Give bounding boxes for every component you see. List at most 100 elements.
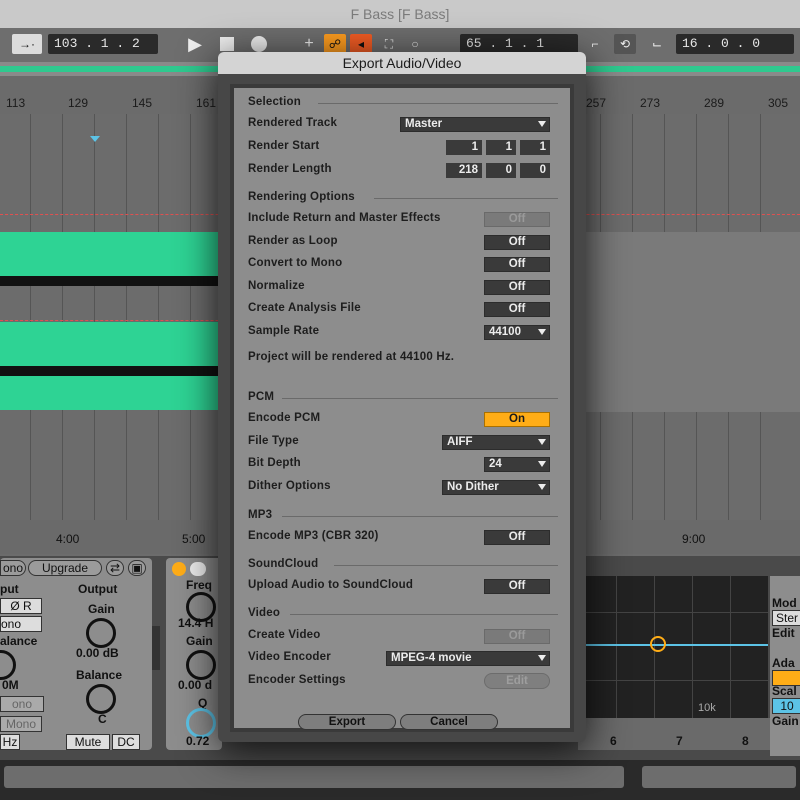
mute-button[interactable]: Mute: [66, 734, 110, 750]
save-preset-icon[interactable]: ▣: [128, 560, 146, 576]
section-pcm: PCM: [248, 391, 275, 403]
chevron-down-icon: [538, 461, 546, 467]
encode-mp3-label: Encode MP3 (CBR 320): [248, 530, 379, 542]
add-icon[interactable]: +: [298, 34, 320, 54]
right-device-panel: Mod Ster Edit Ada Scal 10 Gain: [770, 576, 800, 756]
back-to-arrangement-icon[interactable]: ◂: [350, 34, 372, 54]
device-scrollbar[interactable]: [152, 626, 160, 670]
band-8-label: 8: [742, 734, 749, 748]
section-divider: [374, 198, 558, 199]
dither-label: Dither Options: [248, 480, 331, 492]
mono-button[interactable]: Mono: [0, 716, 42, 732]
convert-mono-switch[interactable]: Off: [484, 257, 550, 272]
empty-track-area[interactable]: [586, 232, 800, 412]
punch-out-icon[interactable]: ⌙: [646, 34, 668, 54]
status-field[interactable]: [642, 766, 796, 788]
grid-line: [578, 680, 768, 681]
render-start-beat[interactable]: 1: [486, 140, 516, 155]
export-button[interactable]: Export: [298, 714, 396, 730]
gain-knob[interactable]: [86, 618, 116, 648]
capture-icon[interactable]: ⛶: [378, 34, 400, 54]
punch-in-icon[interactable]: ⌐: [584, 34, 606, 54]
include-effects-switch[interactable]: Off: [484, 212, 550, 227]
session-record-icon[interactable]: ○: [404, 34, 426, 54]
ruler-tick: 305: [768, 96, 789, 110]
audio-clip[interactable]: [0, 322, 218, 370]
render-loop-switch[interactable]: Off: [484, 235, 550, 250]
width-value: 0M: [2, 678, 19, 692]
channel-mode-dropdown[interactable]: ono: [0, 616, 42, 632]
upgrade-button[interactable]: Upgrade: [28, 560, 102, 576]
follow-icon[interactable]: →·: [12, 34, 42, 54]
mono-toggle[interactable]: ono: [0, 696, 44, 712]
render-start-bar[interactable]: 1: [446, 140, 482, 155]
scale-label: Scal: [772, 684, 797, 698]
eq-gain-knob[interactable]: [186, 650, 216, 680]
encoder-settings-edit-button[interactable]: Edit: [484, 673, 550, 689]
bass-mono-freq[interactable]: Hz: [0, 734, 20, 750]
play-icon[interactable]: ▶: [184, 34, 206, 54]
cancel-button[interactable]: Cancel: [400, 714, 498, 730]
dc-button[interactable]: DC: [112, 734, 140, 750]
eq-gain-value: 0.00 d: [178, 678, 213, 692]
section-selection: Selection: [248, 96, 301, 108]
balance-label: alance: [0, 634, 38, 648]
gain-label: Gain: [772, 714, 799, 728]
render-length-beats[interactable]: 0: [486, 163, 516, 178]
phase-right-button[interactable]: Ø R: [0, 598, 42, 614]
dither-dropdown[interactable]: No Dither: [442, 480, 550, 495]
scale-value[interactable]: 10: [772, 698, 800, 714]
record-icon[interactable]: [248, 34, 270, 54]
loop-length-field[interactable]: 16 . 0 . 0: [676, 34, 794, 54]
eq-band-handle[interactable]: [650, 636, 666, 652]
upload-soundcloud-switch[interactable]: Off: [484, 579, 550, 594]
analysis-file-switch[interactable]: Off: [484, 302, 550, 317]
loop-start-field[interactable]: 65 . 1 . 1: [460, 34, 578, 54]
eq-display[interactable]: 10k: [578, 576, 768, 718]
eq-device: Freq 14.4 H Gain 0.00 d Q 0.72: [166, 558, 222, 750]
device-on-icon[interactable]: [172, 562, 186, 576]
playhead-marker-icon[interactable]: [90, 136, 100, 142]
render-start-label: Render Start: [248, 140, 320, 152]
file-type-dropdown[interactable]: AIFF: [442, 435, 550, 450]
upload-soundcloud-label: Upload Audio to SoundCloud: [248, 579, 414, 591]
encode-pcm-switch[interactable]: On: [484, 412, 550, 427]
stop-icon[interactable]: [216, 34, 238, 54]
overview-clip: [0, 66, 218, 72]
ruler-tick: 273: [640, 96, 661, 110]
include-effects-label: Include Return and Master Effects: [248, 212, 441, 224]
status-field[interactable]: [4, 766, 624, 788]
audio-clip[interactable]: [0, 376, 218, 410]
render-length-bars[interactable]: 218: [446, 163, 482, 178]
gain-label: Gain: [88, 602, 115, 616]
balance-knob[interactable]: [86, 684, 116, 714]
normalize-switch[interactable]: Off: [484, 280, 550, 295]
render-length-sixteenths[interactable]: 0: [520, 163, 550, 178]
utility-device: ono Upgrade ⇄ ▣ put Output Gain Ø R ono …: [0, 558, 152, 750]
status-bar: [0, 760, 800, 800]
encode-pcm-label: Encode PCM: [248, 412, 321, 424]
video-encoder-dropdown[interactable]: MPEG-4 movie: [386, 651, 550, 666]
automation-icon[interactable]: ☍: [324, 34, 346, 54]
video-encoder-value: MPEG-4 movie: [391, 652, 472, 664]
render-length-label: Render Length: [248, 163, 332, 175]
play-icon[interactable]: [190, 562, 206, 576]
hot-swap-icon[interactable]: ⇄: [106, 560, 124, 576]
width-knob[interactable]: [0, 650, 16, 680]
sample-rate-dropdown[interactable]: 44100: [484, 325, 550, 340]
mono-label: ono: [0, 560, 26, 576]
file-type-value: AIFF: [447, 436, 473, 448]
ruler-tick: 161: [196, 96, 217, 110]
rendered-track-dropdown[interactable]: Master: [400, 117, 550, 132]
encode-mp3-switch[interactable]: Off: [484, 530, 550, 545]
loop-switch-icon[interactable]: ⟲: [614, 34, 636, 54]
audio-clip[interactable]: [0, 232, 218, 280]
bit-depth-dropdown[interactable]: 24: [484, 457, 550, 472]
freq-value: 14.4 H: [178, 616, 214, 630]
bit-depth-label: Bit Depth: [248, 457, 301, 469]
song-position-field[interactable]: 103 . 1 . 2: [48, 34, 158, 54]
stereo-dropdown[interactable]: Ster: [772, 610, 800, 626]
encoder-settings-label: Encoder Settings: [248, 674, 346, 686]
create-video-switch[interactable]: Off: [484, 629, 550, 644]
render-start-sixteenth[interactable]: 1: [520, 140, 550, 155]
